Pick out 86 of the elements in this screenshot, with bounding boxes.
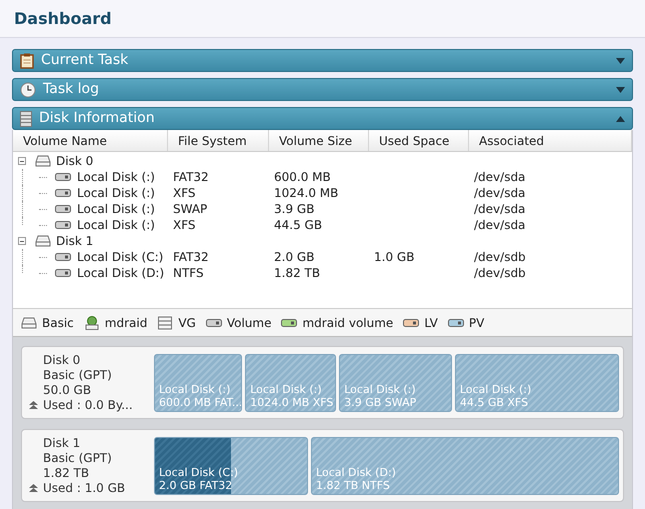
volume-icon — [403, 318, 420, 326]
table-cell: FAT32 — [173, 170, 209, 184]
volume-name[interactable]: Local Disk (C:) — [77, 248, 164, 266]
partition-name: Local Disk (:) — [344, 382, 416, 396]
disk-used: Used : 1.0 GB — [43, 480, 126, 496]
legend-label: mdraid — [104, 314, 148, 332]
column-header[interactable]: Volume Name — [13, 130, 168, 151]
partition-name: Local Disk (D:) — [316, 466, 396, 478]
volume-icon — [206, 318, 222, 326]
volume-name[interactable]: Local Disk (D:) — [77, 264, 164, 282]
table-cell: SWAP — [173, 202, 208, 216]
volume-name[interactable]: Local Disk (:) — [77, 200, 155, 218]
volume-name[interactable]: Disk 1 — [56, 232, 94, 250]
legend-label: LV — [424, 314, 438, 332]
legend-label: Volume — [226, 314, 272, 332]
disk-type: Basic (GPT) — [43, 368, 113, 382]
table-cell: FAT32 — [173, 250, 209, 264]
partition-detail: 44.5 GB XFS — [460, 396, 530, 408]
disk-size: 1.82 TB — [43, 466, 90, 480]
server-icon — [20, 110, 32, 126]
table-cell: 1024.0 MB — [274, 186, 338, 200]
volume-icon — [55, 189, 71, 197]
table-cell: 2.0 GB — [274, 250, 314, 264]
volume-icon — [55, 253, 71, 261]
volume-icon — [55, 221, 71, 229]
volume-name[interactable]: Disk 0 — [56, 152, 94, 170]
volume-icon — [448, 318, 464, 326]
volume-name[interactable]: Local Disk (:) — [77, 216, 155, 234]
partition-detail: 1024.0 MB XFS — [250, 396, 334, 408]
table-cell: /dev/sda — [474, 186, 526, 200]
double-arrow-icon — [29, 484, 38, 492]
partition-detail: 3.9 GB SWAP — [344, 396, 416, 408]
legend-label: mdraid volume — [302, 314, 394, 332]
table-cell: 44.5 GB — [274, 218, 322, 232]
legend-label: Basic — [42, 314, 74, 332]
disk-name: Disk 1 — [43, 436, 82, 450]
partition-name: Local Disk (:) — [159, 382, 232, 396]
clipboard-icon — [20, 52, 34, 68]
table-cell: /dev/sda — [474, 202, 526, 216]
disk-size: 50.0 GB — [43, 382, 92, 398]
disk-name: Disk 0 — [43, 352, 82, 368]
column-header[interactable]: File System — [168, 130, 269, 151]
partition-detail: 1.82 TB NTFS — [316, 478, 391, 492]
table-cell: /dev/sdb — [474, 266, 526, 280]
table-cell: XFS — [173, 186, 196, 200]
collapse-toggle[interactable] — [18, 157, 26, 165]
legend-label: VG — [178, 314, 196, 332]
column-header[interactable]: Volume Size — [269, 130, 369, 151]
drive-icon — [35, 235, 51, 247]
drive-icon — [21, 316, 37, 328]
page-title: Dashboard — [14, 8, 112, 30]
partition-bar[interactable]: Local Disk (C:) 2.0 GB FAT32 — [154, 436, 308, 494]
disk-type: Basic (GPT) — [43, 450, 113, 466]
collapse-toggle[interactable] — [18, 237, 26, 245]
table-cell: 3.9 GB — [274, 202, 314, 216]
volume-name[interactable]: Local Disk (:) — [77, 168, 155, 186]
table-cell: XFS — [173, 218, 196, 232]
partition-name: Local Disk (C:) — [159, 466, 238, 478]
partition-name: Local Disk (:) — [250, 382, 323, 396]
partition-detail: 600.0 MB FAT... — [159, 396, 242, 408]
partition-detail: 2.0 GB FAT32 — [159, 478, 234, 492]
legend-label: PV — [468, 314, 484, 332]
table-cell: 1.82 TB — [274, 266, 320, 280]
raid-drive-icon — [84, 316, 100, 330]
collapse-arrow-icon[interactable] — [616, 116, 625, 122]
disk-used: Used : 0.0 By... — [43, 398, 133, 412]
expand-arrow-icon[interactable] — [616, 86, 625, 92]
table-cell: 600.0 MB — [274, 170, 331, 184]
table-cell: /dev/sda — [474, 218, 526, 232]
table-cell: NTFS — [173, 266, 204, 280]
volume-icon — [281, 318, 298, 326]
column-header[interactable]: Used Space — [369, 130, 469, 151]
double-arrow-icon — [29, 400, 38, 410]
clock-icon — [20, 82, 36, 98]
table-cell: 1.0 GB — [374, 250, 414, 264]
volume-icon — [55, 173, 71, 181]
stacked-drive-icon — [157, 316, 174, 330]
expand-arrow-icon[interactable] — [616, 58, 625, 64]
volume-icon — [55, 269, 71, 277]
partition-name: Local Disk (:) — [460, 382, 532, 396]
volume-icon — [55, 205, 71, 213]
column-header[interactable]: Associated — [469, 130, 632, 151]
drive-icon — [35, 155, 51, 167]
table-cell: /dev/sda — [474, 170, 526, 184]
volume-name[interactable]: Local Disk (:) — [77, 184, 155, 202]
table-cell: /dev/sdb — [474, 250, 526, 264]
